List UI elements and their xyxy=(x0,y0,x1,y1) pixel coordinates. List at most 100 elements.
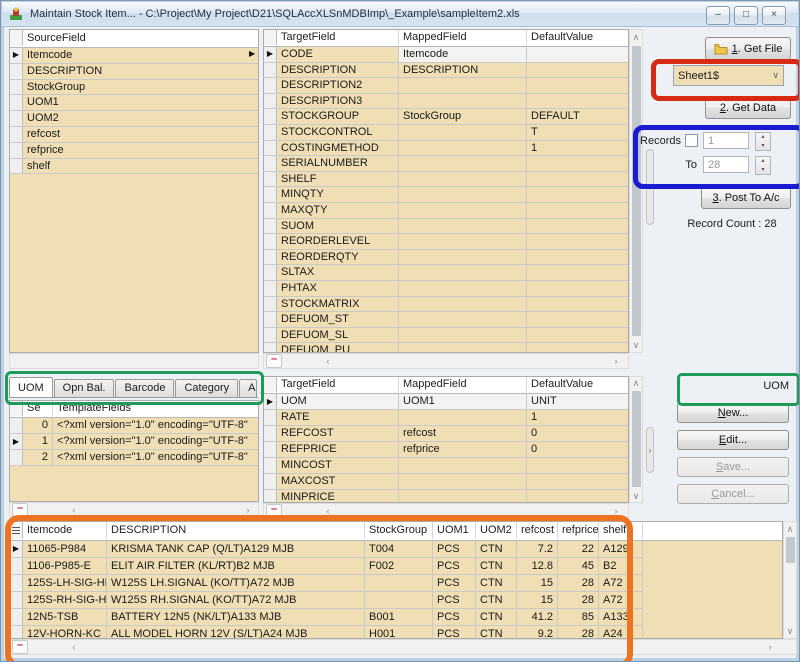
target-grid-hscrollbar[interactable]: – ‹ › xyxy=(263,353,629,369)
grid-cell[interactable]: B001 xyxy=(365,609,433,626)
grid-cell[interactable] xyxy=(527,94,629,110)
grid-header-cell[interactable]: DefaultValue xyxy=(527,377,629,392)
save-button[interactable]: Save... xyxy=(677,457,789,477)
data-grid-hscrollbar[interactable]: – ‹ › xyxy=(9,639,797,655)
scroll-up-icon[interactable]: ∧ xyxy=(784,524,796,534)
grid-cell[interactable] xyxy=(527,234,629,250)
grid-cell[interactable]: PCS xyxy=(433,558,476,575)
grid-cell[interactable]: <?xml version="1.0" encoding="UTF-8" xyxy=(53,450,259,466)
close-button[interactable]: × xyxy=(762,6,786,25)
grid-cell[interactable]: CODE xyxy=(277,47,399,63)
minimize-button[interactable]: – xyxy=(706,6,730,25)
grid-header-cell[interactable]: StockGroup xyxy=(365,522,433,539)
grid-cell[interactable]: A72 xyxy=(599,575,643,592)
grid-cell[interactable]: refcost xyxy=(399,426,527,442)
grid-cell[interactable]: DESCRIPTION2 xyxy=(277,78,399,94)
spin-up-icon[interactable]: ▴ xyxy=(756,133,770,142)
grid-cell[interactable]: DEFUOM_ST xyxy=(277,312,399,328)
grid-cell[interactable]: 1 xyxy=(527,141,629,157)
grid-cell[interactable] xyxy=(527,203,629,219)
scroll-down-icon[interactable]: ∨ xyxy=(630,491,642,501)
grid-cell[interactable]: 2 xyxy=(23,450,53,466)
grid-cell[interactable]: ELIT AIR FILTER (KL/RT)B2 MJB xyxy=(107,558,365,575)
grid-cell[interactable]: shelf xyxy=(23,159,259,175)
tab-barcode[interactable]: Barcode xyxy=(115,379,174,397)
grid-cell[interactable]: COSTINGMETHOD xyxy=(277,141,399,157)
grid-cell[interactable]: 12V-HORN-KC xyxy=(23,626,107,639)
scroll-up-icon[interactable]: ∧ xyxy=(630,32,642,42)
grid-cell[interactable]: DESCRIPTION xyxy=(277,63,399,79)
post-to-ac-button[interactable]: 3. Post To A/c xyxy=(701,187,791,209)
grid-cell[interactable]: <?xml version="1.0" encoding="UTF-8" xyxy=(53,434,259,450)
grid-cell[interactable] xyxy=(399,187,527,203)
grid-cell[interactable]: 9.2 xyxy=(517,626,558,639)
spin-down-icon[interactable]: ▾ xyxy=(756,142,770,151)
grid-cell[interactable]: UOM2 xyxy=(23,111,259,127)
grid-cell[interactable] xyxy=(399,410,527,426)
grid-cell[interactable]: CTN xyxy=(476,541,517,558)
grid-cell[interactable] xyxy=(399,234,527,250)
grid-cell[interactable]: SERIALNUMBER xyxy=(277,156,399,172)
data-grid-vscrollbar[interactable]: ∧ ∨ xyxy=(783,521,797,639)
grid-cell[interactable]: A72 xyxy=(599,592,643,609)
grid-cell[interactable]: PCS xyxy=(433,575,476,592)
grid-header-cell[interactable]: UOM2 xyxy=(476,522,517,539)
grid-cell[interactable] xyxy=(527,172,629,188)
grid-cell[interactable]: MINPRICE xyxy=(277,490,399,503)
grid-cell[interactable]: PCS xyxy=(433,609,476,626)
grid-header-cell[interactable]: TargetField xyxy=(277,377,399,392)
scroll-down-icon[interactable]: ∨ xyxy=(784,626,796,636)
grid-cell[interactable]: T xyxy=(527,125,629,141)
grid-cell[interactable]: DESCRIPTION xyxy=(23,64,259,80)
grid-cell[interactable]: UOM1 xyxy=(399,394,527,410)
grid-cell[interactable] xyxy=(399,490,527,503)
grid-cell[interactable]: T004 xyxy=(365,541,433,558)
grid-cell[interactable]: 85 xyxy=(558,609,599,626)
grid-cell[interactable]: 12.8 xyxy=(517,558,558,575)
grid-cell[interactable] xyxy=(527,458,629,474)
records-to-spinner[interactable]: ▴ ▾ xyxy=(755,156,771,175)
grid-cell[interactable]: PCS xyxy=(433,626,476,639)
records-to-input[interactable] xyxy=(703,156,749,173)
grid-header-cell[interactable]: Se xyxy=(23,401,53,416)
scrollbar-thumb[interactable] xyxy=(632,391,641,487)
grid-cell[interactable]: A129 xyxy=(599,541,643,558)
grid-cell[interactable] xyxy=(399,125,527,141)
grid-cell[interactable]: Itemcode xyxy=(399,47,527,63)
grid-cell[interactable]: 22 xyxy=(558,541,599,558)
template-grid-hscrollbar[interactable]: – ‹ › xyxy=(9,502,259,517)
grid-cell[interactable] xyxy=(399,328,527,344)
grid-cell[interactable]: 125S-RH-SIG-HLD xyxy=(23,592,107,609)
grid-cell[interactable]: 45 xyxy=(558,558,599,575)
grid-cell[interactable]: 28 xyxy=(558,626,599,639)
grid-cell[interactable]: DEFAULT xyxy=(527,109,629,125)
grid-cell[interactable]: UOM xyxy=(277,394,399,410)
grid-cell[interactable]: REFPRICE xyxy=(277,442,399,458)
grid-header-cell[interactable]: DESCRIPTION xyxy=(107,522,365,539)
grid-cell[interactable]: MAXCOST xyxy=(277,474,399,490)
grid-cell[interactable] xyxy=(399,458,527,474)
grid-cell[interactable]: MINCOST xyxy=(277,458,399,474)
records-range-checkbox[interactable] xyxy=(685,134,698,147)
grid-cell[interactable]: ALL MODEL HORN 12V (S/LT)A24 MJB xyxy=(107,626,365,639)
grid-cell[interactable]: DESCRIPTION3 xyxy=(277,94,399,110)
grid-cell[interactable]: 0 xyxy=(23,418,53,434)
grid-cell[interactable] xyxy=(399,297,527,313)
grid-options-icon[interactable] xyxy=(12,527,20,534)
grid-cell[interactable] xyxy=(399,172,527,188)
get-data-button[interactable]: 2. Get Data xyxy=(705,96,791,119)
grid-header-cell[interactable]: UOM1 xyxy=(433,522,476,539)
cancel-button[interactable]: Cancel... xyxy=(677,484,789,504)
grid-cell[interactable]: StockGroup xyxy=(399,109,527,125)
grid-header-cell[interactable]: refprice xyxy=(558,522,599,539)
grid-cell[interactable] xyxy=(527,297,629,313)
grid-cell[interactable]: StockGroup xyxy=(23,80,259,96)
grid-cell[interactable]: 125S-LH-SIG-HLD xyxy=(23,575,107,592)
grid-cell[interactable] xyxy=(399,312,527,328)
grid-cell[interactable]: SHELF xyxy=(277,172,399,188)
spin-down-icon[interactable]: ▾ xyxy=(756,166,770,175)
grid-cell[interactable]: refprice xyxy=(23,143,259,159)
grid-cell[interactable]: CTN xyxy=(476,575,517,592)
grid-cell[interactable]: MAXQTY xyxy=(277,203,399,219)
grid-header-cell[interactable]: Itemcode xyxy=(23,522,107,539)
